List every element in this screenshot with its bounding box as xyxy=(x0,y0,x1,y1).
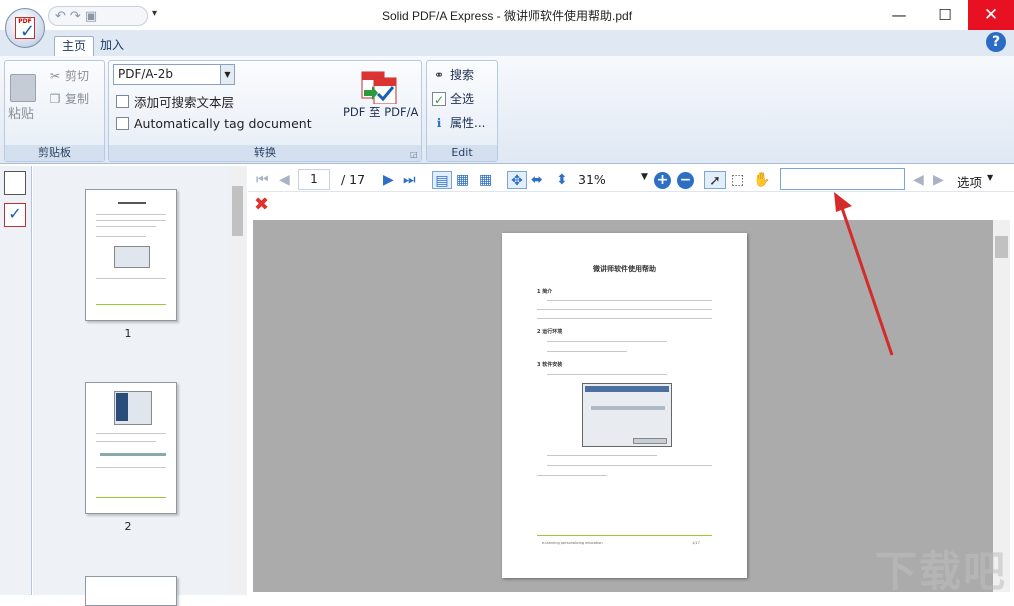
auto-tag-checkbox[interactable]: Automatically tag document xyxy=(116,116,312,131)
document-title: 微讲师软件使用帮助 xyxy=(593,265,656,273)
zoom-out-icon[interactable]: − xyxy=(677,172,694,189)
select-all-label: 全选 xyxy=(450,92,475,106)
footer-page: 1/17 xyxy=(692,541,700,545)
fit-height-icon[interactable]: ⬍ xyxy=(556,171,568,189)
checkbox-icon[interactable] xyxy=(116,117,129,130)
section-heading: 3 软件安装 xyxy=(537,362,563,368)
scissors-icon: ✂ xyxy=(49,68,61,83)
auto-tag-label: Automatically tag document xyxy=(134,116,312,131)
paste-icon[interactable] xyxy=(10,74,36,102)
side-panel-strip xyxy=(0,166,32,595)
first-page-icon[interactable]: ⏮ xyxy=(256,171,269,189)
two-page-view-icon[interactable]: ▦ xyxy=(456,171,469,189)
search-button[interactable]: ⚭ 搜索 xyxy=(432,66,474,83)
checkbox-icon[interactable] xyxy=(116,95,129,108)
checkmark-icon: ✓ xyxy=(432,91,446,107)
options-dropdown[interactable]: 选项 xyxy=(957,172,982,191)
section-heading: 2 运行环境 xyxy=(537,329,563,335)
pages-panel-icon[interactable] xyxy=(4,171,26,195)
installer-screenshot xyxy=(582,383,672,447)
next-page-icon[interactable]: ▶ xyxy=(383,171,394,189)
section-heading: 1 简介 xyxy=(537,289,553,295)
cut-button[interactable]: ✂ 剪切 xyxy=(48,67,89,84)
pdf-to-pdfa-icon[interactable] xyxy=(360,70,398,104)
help-icon[interactable]: ? xyxy=(986,32,1006,52)
properties-icon: ℹ xyxy=(436,115,442,130)
convert-button[interactable]: PDF 至 PDF/A xyxy=(343,104,418,120)
pdfa-validation-icon[interactable]: ✓ xyxy=(4,203,26,227)
dialog-launcher-icon[interactable]: ◲ xyxy=(410,150,418,159)
tab-home[interactable]: 主页 xyxy=(54,36,95,56)
document-scrollbar[interactable] xyxy=(993,220,1010,592)
properties-label: 属性... xyxy=(450,116,486,130)
watermark: 下载吧 xyxy=(875,547,1008,596)
binoculars-icon: ⚭ xyxy=(433,67,445,82)
ribbon-tab-row xyxy=(0,30,1014,56)
single-page-view-icon[interactable]: ▤ xyxy=(432,171,452,189)
previous-page-icon[interactable]: ◀ xyxy=(279,171,290,189)
close-search-icon[interactable]: ✖ xyxy=(254,194,269,215)
search-previous-icon[interactable]: ◀ xyxy=(913,171,924,189)
search-input[interactable] xyxy=(780,168,905,190)
minimize-button[interactable]: — xyxy=(876,0,922,30)
copy-label: 复制 xyxy=(65,92,90,106)
zoom-level[interactable]: 31% xyxy=(578,172,606,187)
continuous-view-icon[interactable]: ▦ xyxy=(479,171,492,189)
add-text-layer-checkbox[interactable]: 添加可搜索文本层 xyxy=(116,92,234,111)
hand-tool-icon[interactable]: ✋ xyxy=(753,171,770,189)
app-menu-icon[interactable]: PDF ✓ xyxy=(5,8,45,48)
thumbnail-scroll-thumb[interactable] xyxy=(232,186,243,236)
cut-label: 剪切 xyxy=(65,69,90,83)
close-button[interactable]: ✕ xyxy=(968,0,1014,30)
thumbnail-label: 1 xyxy=(124,327,132,340)
last-page-icon[interactable]: ⏭ xyxy=(403,171,416,189)
maximize-button[interactable]: ☐ xyxy=(922,0,968,30)
clipboard-group-label: 剪贴板 xyxy=(5,145,104,161)
pdfa-preset-select[interactable]: PDF/A-2b xyxy=(113,64,235,85)
page-total: / 17 xyxy=(341,172,366,187)
footer-left: e-learning personalizing education xyxy=(542,541,603,545)
convert-group-label: 转换 xyxy=(109,145,421,161)
document-page[interactable]: 微讲师软件使用帮助 1 简介 2 运行环境 3 软件安装 e-learning … xyxy=(502,233,747,578)
chevron-down-icon[interactable]: ▼ xyxy=(220,65,234,84)
snapshot-tool-icon[interactable]: ⬚ xyxy=(731,171,744,189)
chevron-down-icon[interactable]: ▼ xyxy=(987,173,993,182)
fit-width-icon[interactable]: ⬌ xyxy=(531,171,543,189)
thumbnail-page-3[interactable] xyxy=(85,576,177,606)
properties-button[interactable]: ℹ 属性... xyxy=(432,114,486,131)
add-text-layer-label: 添加可搜索文本层 xyxy=(134,95,235,110)
tab-add[interactable]: 加入 xyxy=(93,36,131,56)
search-label: 搜索 xyxy=(450,68,475,82)
copy-icon: ❐ xyxy=(49,91,61,106)
select-cursor-icon[interactable]: ➚ xyxy=(704,171,726,189)
document-scroll-thumb[interactable] xyxy=(995,236,1008,258)
zoom-in-icon[interactable]: + xyxy=(654,172,671,189)
search-next-icon[interactable]: ▶ xyxy=(933,171,944,189)
annotation-arrow xyxy=(834,192,894,356)
zoom-dropdown-icon[interactable]: ▼ xyxy=(641,172,648,182)
select-all-button[interactable]: ✓ 全选 xyxy=(432,90,474,107)
thumbnail-page-1[interactable] xyxy=(85,189,177,321)
thumbnail-page-2[interactable] xyxy=(85,382,177,514)
window-title: Solid PDF/A Express - 微讲师软件使用帮助.pdf xyxy=(381,9,633,23)
paste-button[interactable]: 粘贴 xyxy=(8,103,34,122)
page-number-input[interactable]: 1 xyxy=(298,169,330,190)
fit-page-icon[interactable]: ✥ xyxy=(507,171,527,189)
thumbnail-label: 2 xyxy=(124,520,132,533)
edit-group-label: Edit xyxy=(427,145,497,161)
copy-button[interactable]: ❐ 复制 xyxy=(48,90,89,107)
